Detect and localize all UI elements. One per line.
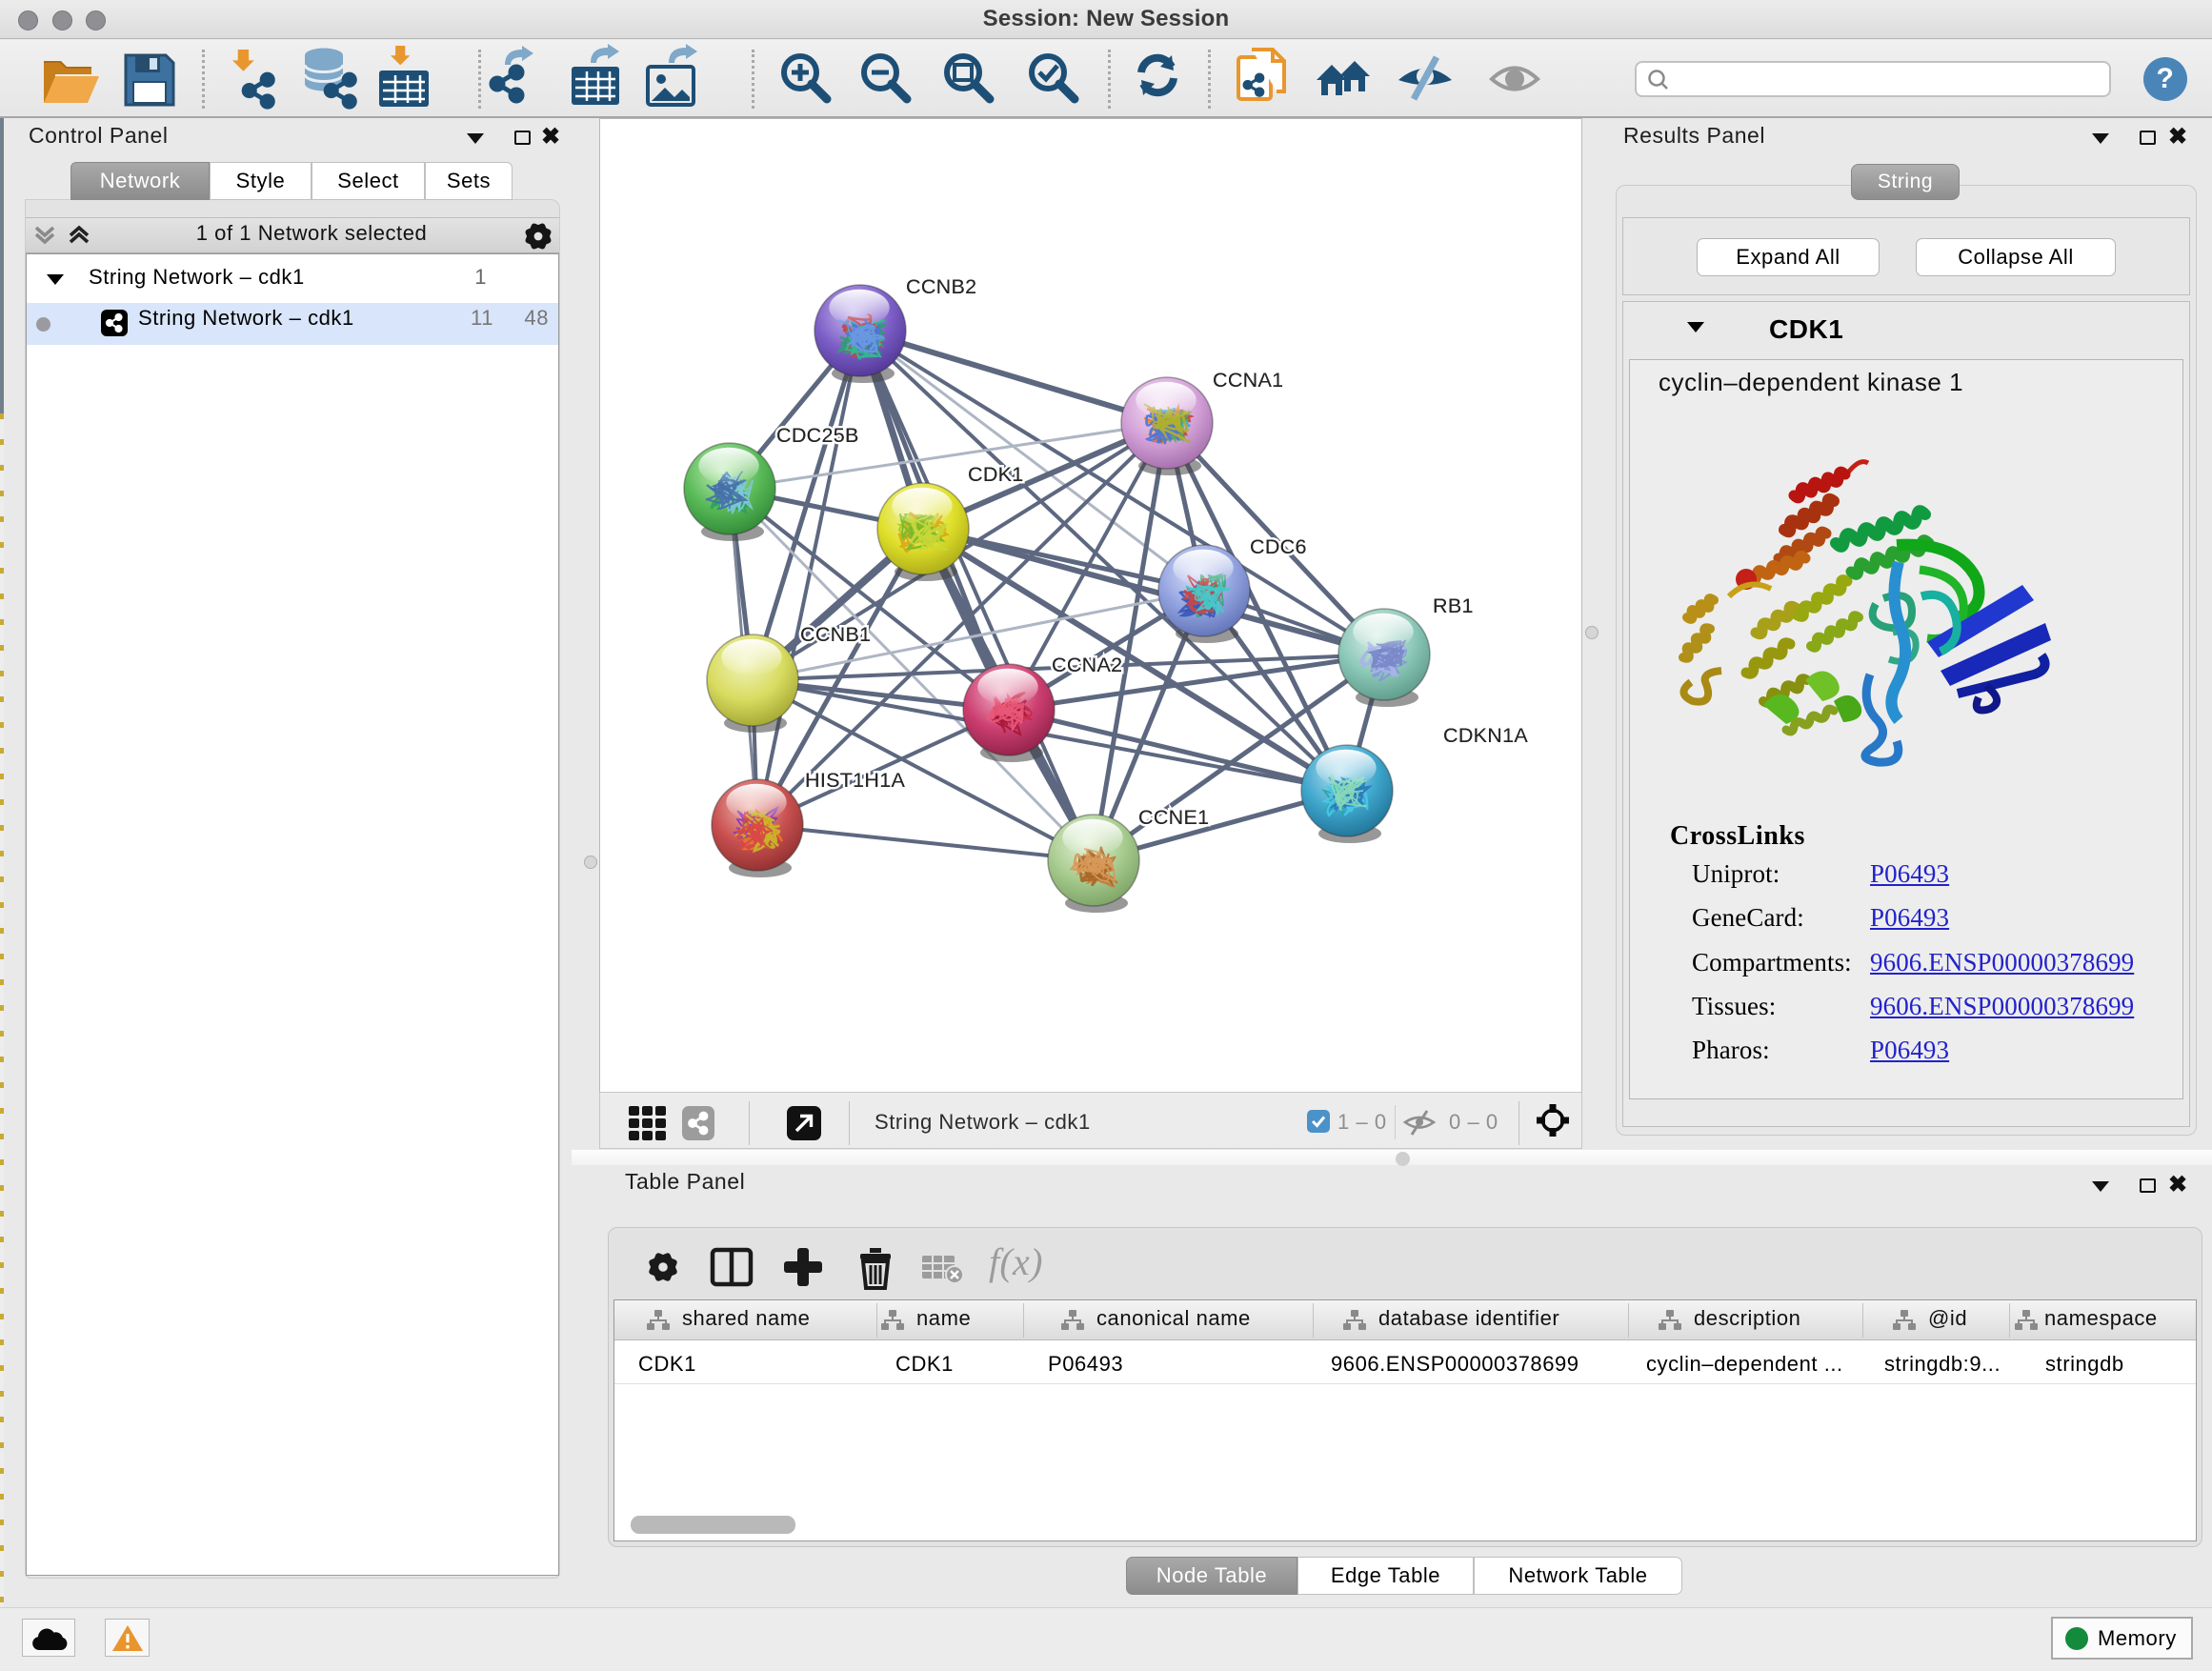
svg-text:CCNB2: CCNB2 xyxy=(906,275,976,298)
svg-text:CDK1: CDK1 xyxy=(968,463,1024,486)
svg-text:CDC25B: CDC25B xyxy=(776,424,859,447)
svg-text:f(x): f(x) xyxy=(989,1240,1043,1283)
svg-text:CCNB1: CCNB1 xyxy=(800,623,871,646)
svg-text:HIST1H1A: HIST1H1A xyxy=(805,769,906,792)
svg-text:CCNA1: CCNA1 xyxy=(1213,369,1283,392)
svg-text:CCNA2: CCNA2 xyxy=(1052,654,1122,676)
svg-text:CDKN1A: CDKN1A xyxy=(1443,724,1528,747)
svg-text:CDC6: CDC6 xyxy=(1250,535,1307,558)
svg-text:CCNE1: CCNE1 xyxy=(1138,806,1209,829)
svg-text:RB1: RB1 xyxy=(1433,594,1474,617)
